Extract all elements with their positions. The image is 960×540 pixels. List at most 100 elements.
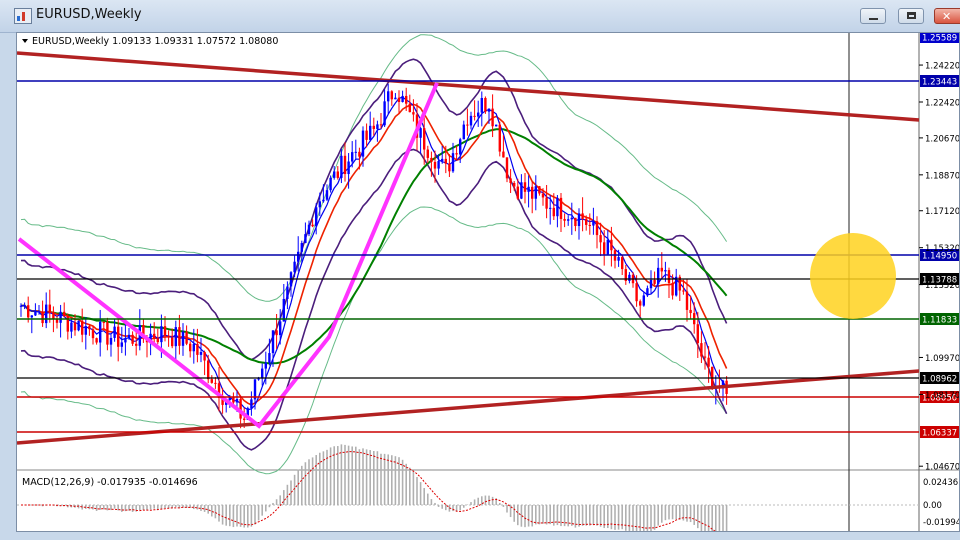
candle-body bbox=[124, 338, 127, 343]
candle-body bbox=[459, 139, 462, 155]
candle-body bbox=[127, 334, 131, 339]
candle-body bbox=[473, 115, 476, 117]
candle-body bbox=[390, 91, 393, 100]
candle-body bbox=[99, 321, 102, 343]
price-tick-label: 1.18870 bbox=[925, 171, 959, 181]
candle-body bbox=[538, 186, 541, 194]
candle-body bbox=[37, 311, 41, 313]
price-tick-label: 1.13520 bbox=[925, 281, 959, 291]
candle-body bbox=[235, 398, 239, 403]
close-button[interactable]: ✕ bbox=[934, 8, 960, 24]
candle-body bbox=[433, 161, 437, 169]
candle-body bbox=[480, 97, 483, 113]
candle-body bbox=[207, 360, 210, 380]
price-chart[interactable]: 1.255891.234431.149501.137881.118331.089… bbox=[16, 31, 960, 540]
candle-body bbox=[91, 329, 95, 339]
price-tick-label: 1.24220 bbox=[925, 62, 959, 72]
candle-body bbox=[199, 352, 203, 355]
maximize-button[interactable] bbox=[898, 8, 924, 24]
candle-body bbox=[268, 353, 271, 363]
candle-body bbox=[408, 103, 411, 113]
candle-body bbox=[264, 362, 267, 369]
price-tick-label: 1.15320 bbox=[925, 244, 959, 254]
chart-area[interactable]: 1.25589 1.23443 1.14950 1.13788 1.11833 1.089… bbox=[16, 31, 960, 540]
candle-body bbox=[174, 327, 177, 347]
window-title: EURUSD,Weekly bbox=[36, 7, 142, 22]
candle-body bbox=[354, 151, 357, 153]
candle-body bbox=[336, 171, 339, 178]
candle-body bbox=[660, 267, 663, 272]
candle-body bbox=[120, 342, 123, 347]
price-tick-label: 1.09970 bbox=[925, 354, 959, 364]
candle-body bbox=[707, 357, 710, 367]
candle-body bbox=[423, 128, 426, 150]
candle-body bbox=[430, 157, 433, 162]
candle-body bbox=[689, 309, 692, 314]
candle-body bbox=[477, 112, 480, 117]
candle-body bbox=[70, 322, 73, 332]
candle-body bbox=[559, 197, 563, 219]
candle-body bbox=[63, 311, 66, 317]
candle-body bbox=[642, 295, 645, 306]
price-tick-label: 1.04670 bbox=[925, 463, 959, 473]
candle-body bbox=[286, 286, 289, 299]
candle-body bbox=[196, 344, 199, 355]
candle-body bbox=[315, 207, 318, 227]
candle-body bbox=[307, 224, 311, 235]
price-tick-label: 1.20670 bbox=[925, 134, 959, 144]
candle-body bbox=[185, 331, 188, 344]
candle-body bbox=[703, 356, 707, 358]
candle-body bbox=[585, 218, 588, 225]
candle-body bbox=[365, 130, 368, 140]
candle-body bbox=[59, 311, 62, 323]
candle-body bbox=[487, 108, 491, 112]
chart-app-icon bbox=[14, 8, 32, 24]
candle-body bbox=[621, 257, 624, 270]
candle-body bbox=[181, 331, 185, 346]
candle-body bbox=[552, 207, 555, 217]
candle-body bbox=[606, 239, 609, 255]
candle-body bbox=[462, 124, 465, 140]
level-value: 1.11833 bbox=[922, 316, 957, 326]
candle-body bbox=[77, 320, 80, 331]
candle-body bbox=[113, 326, 116, 338]
price-tick-label: 1.17120 bbox=[925, 207, 959, 217]
window-bottom-border bbox=[0, 532, 960, 540]
candle-body bbox=[469, 115, 473, 126]
candle-body bbox=[639, 301, 642, 306]
candle-body bbox=[556, 197, 559, 217]
title-bar[interactable]: EURUSD,Weekly ✕ bbox=[0, 0, 960, 33]
candle-body bbox=[19, 305, 23, 307]
candle-body bbox=[675, 276, 678, 296]
candle-body bbox=[412, 112, 415, 115]
candle-body bbox=[567, 219, 570, 221]
candle-body bbox=[117, 326, 120, 347]
candle-body bbox=[88, 326, 91, 330]
level-value: 1.08962 bbox=[922, 375, 957, 385]
candle-body bbox=[397, 97, 401, 103]
candle-body bbox=[466, 124, 469, 126]
candle-body bbox=[351, 152, 354, 162]
candle-body bbox=[581, 213, 584, 219]
candle-body bbox=[45, 304, 48, 324]
candle-body bbox=[282, 298, 285, 322]
candle-body bbox=[192, 344, 195, 352]
minimize-button[interactable] bbox=[860, 8, 886, 24]
candle-body bbox=[271, 330, 275, 354]
candle-body bbox=[603, 242, 606, 255]
candle-body bbox=[318, 201, 321, 208]
candle-body bbox=[163, 326, 167, 336]
candle-body bbox=[27, 305, 30, 318]
candle-body bbox=[394, 97, 397, 100]
candle-body bbox=[455, 153, 458, 155]
candle-body bbox=[441, 158, 444, 161]
candle-body bbox=[502, 151, 505, 158]
candle-body bbox=[369, 125, 372, 140]
candle-body bbox=[649, 279, 653, 289]
candle-body bbox=[23, 305, 26, 307]
candle-body bbox=[171, 337, 174, 347]
candle-body bbox=[682, 290, 685, 292]
candle-body bbox=[52, 312, 55, 319]
candle-body bbox=[379, 124, 383, 126]
candle-body bbox=[48, 304, 51, 313]
